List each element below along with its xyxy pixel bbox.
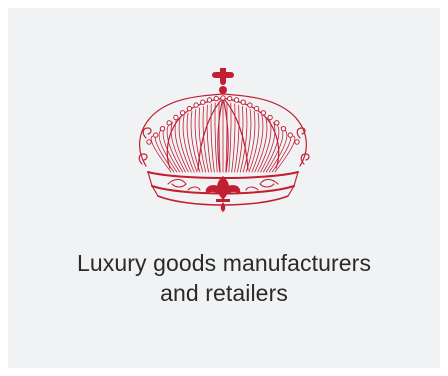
- caption-line-2: and retailers: [160, 280, 288, 306]
- crown-hatching: [150, 101, 296, 173]
- category-card[interactable]: Luxury goods manufacturers and retailers: [8, 8, 440, 368]
- cross-ornament: [212, 68, 234, 85]
- card-caption: Luxury goods manufacturers and retailers: [8, 248, 440, 308]
- crown-icon: [128, 68, 318, 223]
- caption-line-1: Luxury goods manufacturers: [76, 250, 372, 276]
